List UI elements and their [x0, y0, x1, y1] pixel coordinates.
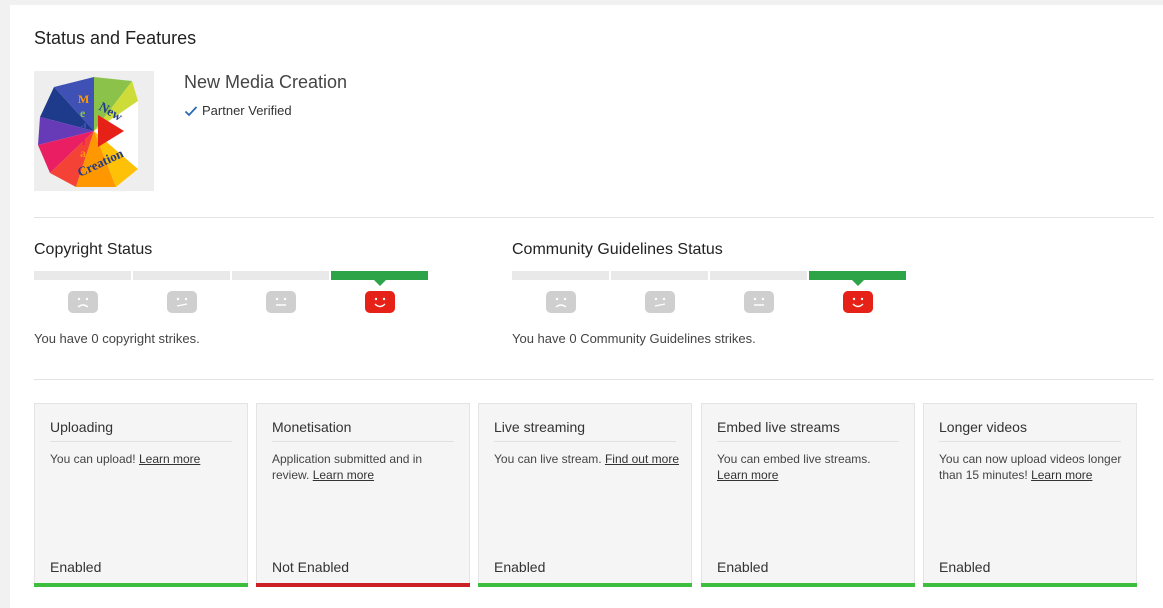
strike-bar-segment [512, 271, 609, 280]
feature-card-embed-live-streams: Embed live streams You can embed live st… [701, 403, 915, 587]
copyright-status: Copyright Status You have 0 copyright st… [34, 241, 454, 346]
feature-card-description: You can live stream. Find out more [494, 452, 679, 466]
checkmark-icon [184, 105, 198, 116]
find-out-more-link[interactable]: Find out more [605, 452, 679, 466]
feature-card-description: You can upload! Learn more [50, 452, 201, 466]
svg-text:a: a [80, 146, 86, 160]
feature-card-description: Application submitted and in review. Lea… [272, 452, 423, 482]
learn-more-link[interactable]: Learn more [717, 468, 778, 482]
strike-bar-segment [611, 271, 708, 280]
feature-card-monetisation: Monetisation Application submitted and i… [256, 403, 470, 587]
feature-card-title: Monetisation [272, 419, 454, 442]
feature-card-uploading: Uploading You can upload! Learn more Ena… [34, 403, 248, 587]
community-guidelines-status: Community Guidelines Status You have 0 C… [512, 241, 932, 346]
feature-card-title: Live streaming [494, 419, 676, 442]
svg-text:e: e [80, 106, 86, 120]
worried-face-icon [644, 291, 675, 313]
divider [34, 217, 1154, 218]
feature-card-title: Uploading [50, 419, 232, 442]
learn-more-link[interactable]: Learn more [313, 468, 374, 482]
neutral-face-icon [265, 291, 296, 313]
feature-card-status: Enabled [939, 559, 991, 575]
feature-card-status: Enabled [494, 559, 546, 575]
happy-face-icon [364, 291, 395, 313]
feature-card-status: Enabled [50, 559, 102, 575]
happy-face-icon [842, 291, 873, 313]
feature-card-longer-videos: Longer videos You can now upload videos … [923, 403, 1137, 587]
copyright-status-title: Copyright Status [34, 241, 153, 258]
feature-card-description: You can now upload videos longer than 15… [939, 452, 1122, 482]
feature-card-title: Longer videos [939, 419, 1121, 442]
sad-face-icon [545, 291, 576, 313]
strike-bar-segment [133, 271, 230, 280]
status-features-panel: Status and Features M e d i a New Creati… [10, 5, 1163, 608]
community-status-title: Community Guidelines Status [512, 241, 723, 258]
channel-name: New Media Creation [184, 72, 348, 92]
worried-face-icon [166, 291, 197, 313]
svg-text:d: d [80, 120, 87, 134]
partner-verified-badge: Partner Verified [184, 103, 292, 118]
channel-logo: M e d i a New Creation [34, 71, 154, 191]
strike-bar-segment [710, 271, 807, 280]
feature-card-status: Not Enabled [272, 559, 350, 575]
svg-text:M: M [78, 92, 89, 106]
verified-label: Partner Verified [202, 103, 292, 118]
community-strikes-text: You have 0 Community Guidelines strikes. [512, 331, 756, 346]
community-face-row [512, 291, 932, 313]
feature-card-status: Enabled [717, 559, 769, 575]
strike-bar-segment [232, 271, 329, 280]
feature-card-description: You can embed live streams. Learn more [717, 452, 871, 482]
feature-status-bar [478, 583, 692, 587]
strike-bar-segment-active [809, 271, 906, 286]
copyright-face-row [34, 291, 454, 313]
feature-status-bar [701, 583, 915, 587]
page-title: Status and Features [34, 28, 197, 48]
feature-status-bar [256, 583, 470, 587]
feature-card-title: Embed live streams [717, 419, 899, 442]
learn-more-link[interactable]: Learn more [1031, 468, 1092, 482]
sad-face-icon [67, 291, 98, 313]
feature-card-live-streaming: Live streaming You can live stream. Find… [478, 403, 692, 587]
divider [34, 379, 1154, 380]
learn-more-link[interactable]: Learn more [139, 452, 200, 466]
strike-bar-segment-active [331, 271, 428, 286]
copyright-strikes-text: You have 0 copyright strikes. [34, 331, 200, 346]
feature-status-bar [34, 583, 248, 587]
copyright-strike-bar [34, 271, 454, 286]
feature-status-bar [923, 583, 1137, 587]
community-strike-bar [512, 271, 932, 286]
strike-bar-segment [34, 271, 131, 280]
neutral-face-icon [743, 291, 774, 313]
